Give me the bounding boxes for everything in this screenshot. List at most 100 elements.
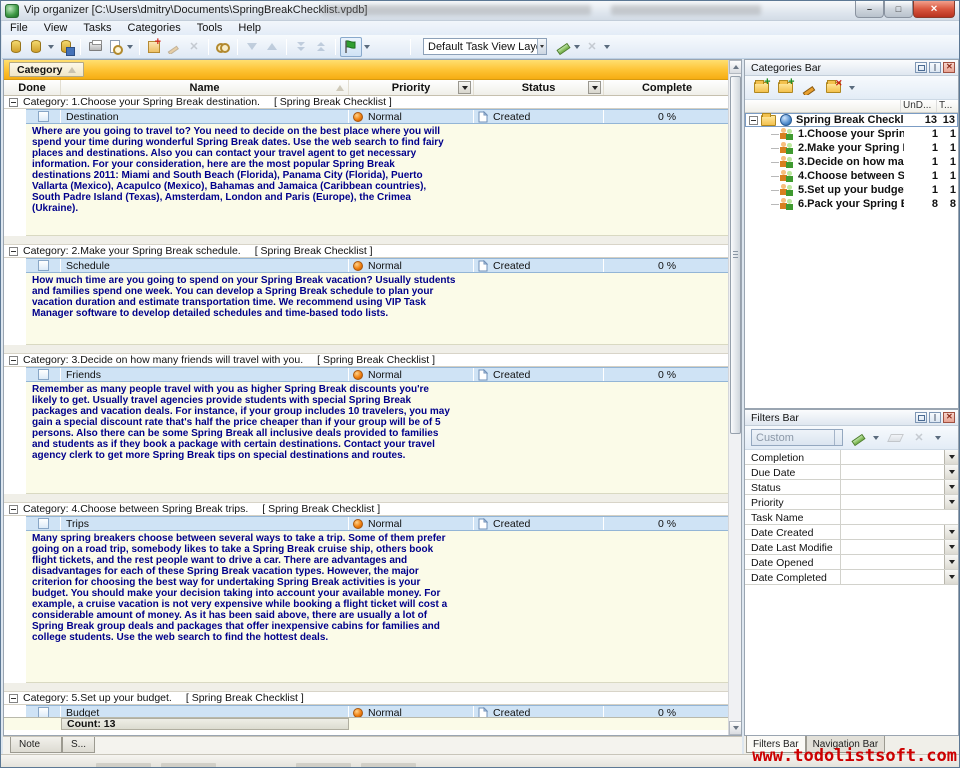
tree-item[interactable]: 2.Make your Spring Break sc 1 1 (745, 141, 958, 155)
menu-help[interactable]: Help (238, 22, 261, 34)
scroll-up-icon[interactable] (729, 60, 742, 74)
category-group-row[interactable]: Category: 1.Choose your Spring Break des… (4, 96, 730, 109)
menu-file[interactable]: File (10, 22, 28, 34)
panel-close-icon[interactable] (943, 62, 955, 73)
scroll-down-icon[interactable] (729, 721, 742, 735)
filter-value-field[interactable] (841, 510, 958, 524)
minimize-button[interactable]: – (855, 1, 884, 18)
tree-item[interactable]: 3.Decide on how many frien 1 1 (745, 155, 958, 169)
collapse-icon[interactable] (9, 98, 18, 107)
menu-tasks[interactable]: Tasks (83, 22, 111, 34)
toolbar-overflow-icon[interactable] (604, 45, 610, 49)
filter-dropdown-icon[interactable] (944, 450, 958, 464)
tree-name-column[interactable] (745, 100, 900, 112)
tree-item[interactable]: 4.Choose between Spring Br 1 1 (745, 169, 958, 183)
title-bar[interactable]: Vip organizer [C:\Users\dmitry\Documents… (1, 1, 959, 21)
clear-filter-icon[interactable] (886, 429, 904, 447)
delete-layout-icon[interactable] (583, 38, 601, 56)
save-layout-icon[interactable] (553, 38, 571, 56)
panel-pin-icon[interactable] (929, 412, 941, 423)
edit-category-icon[interactable] (800, 79, 818, 97)
save-layout-dropdown-icon[interactable] (574, 45, 580, 49)
priority-filter-dropdown-icon[interactable] (458, 81, 471, 94)
filter-value-field[interactable] (841, 480, 944, 494)
filter-value-field[interactable] (841, 465, 944, 479)
filter-dropdown-icon[interactable] (944, 495, 958, 509)
delete-task-icon[interactable] (185, 38, 203, 56)
move-up-icon[interactable] (263, 38, 281, 56)
collapse-icon[interactable] (9, 247, 18, 256)
task-note[interactable]: Where are you going to travel to? You ne… (26, 124, 730, 236)
panel-pin-icon[interactable] (929, 62, 941, 73)
done-checkbox[interactable] (38, 707, 49, 717)
category-group-row[interactable]: Category: 2.Make your Spring Break sched… (4, 245, 730, 258)
column-header-done[interactable]: Done (4, 80, 61, 95)
new-subcategory-icon[interactable] (776, 79, 794, 97)
tree-item[interactable]: 5.Set up your budget. 1 1 (745, 183, 958, 197)
collapse-icon[interactable] (9, 505, 18, 514)
task-row[interactable]: Friends Normal Created 0 % (26, 367, 730, 382)
new-task-icon[interactable] (145, 38, 163, 56)
panel-restore-icon[interactable] (915, 412, 927, 423)
new-category-icon[interactable] (752, 79, 770, 97)
collapse-icon[interactable] (749, 116, 758, 125)
filters-toolbar-overflow-icon[interactable] (935, 436, 941, 440)
filter-dropdown-icon[interactable] (944, 465, 958, 479)
task-note[interactable]: Many spring breakers choose between seve… (26, 531, 730, 683)
panel-restore-icon[interactable] (915, 62, 927, 73)
tree-item[interactable]: 1.Choose your Spring Break 1 1 (745, 127, 958, 141)
group-by-category-button[interactable]: Category (9, 62, 84, 77)
column-header-name[interactable]: Name (61, 80, 349, 95)
filter-dropdown-icon[interactable] (944, 570, 958, 584)
filter-value-field[interactable] (841, 450, 944, 464)
task-note[interactable]: How much time are you going to spend on … (26, 273, 730, 345)
maximize-button[interactable]: □ (884, 1, 913, 18)
edit-task-icon[interactable] (165, 38, 183, 56)
print-icon[interactable] (86, 38, 104, 56)
filter-value-field[interactable] (841, 570, 944, 584)
menu-categories[interactable]: Categories (128, 22, 181, 34)
tree-root-row[interactable]: Spring Break Checklist 13 13 (745, 113, 958, 127)
done-checkbox[interactable] (38, 518, 49, 529)
move-top-icon[interactable] (312, 38, 330, 56)
scrollbar-thumb[interactable] (730, 76, 741, 434)
task-row[interactable]: Destination Normal Created 0 % (26, 109, 730, 124)
column-header-complete[interactable]: Complete (604, 80, 730, 95)
filter-value-field[interactable] (841, 525, 944, 539)
tab-note[interactable]: Note (10, 737, 62, 753)
layout-combo[interactable]: Default Task View Layout (423, 38, 547, 55)
menu-tools[interactable]: Tools (197, 22, 223, 34)
task-row[interactable]: Schedule Normal Created 0 % (26, 258, 730, 273)
save-filter-dropdown-icon[interactable] (873, 436, 879, 440)
delete-category-icon[interactable] (824, 79, 842, 97)
delete-filter-icon[interactable] (910, 429, 928, 447)
tab-subtasks[interactable]: S... (62, 737, 95, 753)
open-database-icon[interactable] (27, 38, 45, 56)
move-bottom-icon[interactable] (292, 38, 310, 56)
tree-total-column[interactable]: T... (936, 100, 958, 112)
print-preview-icon[interactable] (106, 38, 124, 56)
status-filter-dropdown-icon[interactable] (588, 81, 601, 94)
task-row[interactable]: Trips Normal Created 0 % (26, 516, 730, 531)
filter-value-field[interactable] (841, 540, 944, 554)
task-note[interactable]: Remember as many people travel with you … (26, 382, 730, 494)
filter-value-field[interactable] (841, 495, 944, 509)
move-down-icon[interactable] (243, 38, 261, 56)
tree-undone-column[interactable]: UnD... (900, 100, 936, 112)
column-header-status[interactable]: Status (474, 80, 604, 95)
filter-dropdown-icon[interactable] (944, 480, 958, 494)
tree-item[interactable]: 6.Pack your Spring Break es 8 8 (745, 197, 958, 211)
filter-dropdown-icon[interactable] (944, 555, 958, 569)
done-checkbox[interactable] (38, 111, 49, 122)
save-database-icon[interactable] (57, 38, 75, 56)
filter-preset-combo[interactable]: Custom (751, 429, 843, 446)
open-database-dropdown-icon[interactable] (48, 45, 54, 49)
view-notes-icon[interactable] (214, 38, 232, 56)
filter-dropdown-icon[interactable] (944, 540, 958, 554)
close-button[interactable]: ✕ (913, 1, 955, 18)
print-dropdown-icon[interactable] (127, 45, 133, 49)
vertical-scrollbar[interactable] (728, 60, 741, 735)
category-group-row[interactable]: Category: 4.Choose between Spring Break … (4, 503, 730, 516)
done-checkbox[interactable] (38, 369, 49, 380)
filter-preset-dropdown-icon[interactable] (834, 430, 842, 445)
